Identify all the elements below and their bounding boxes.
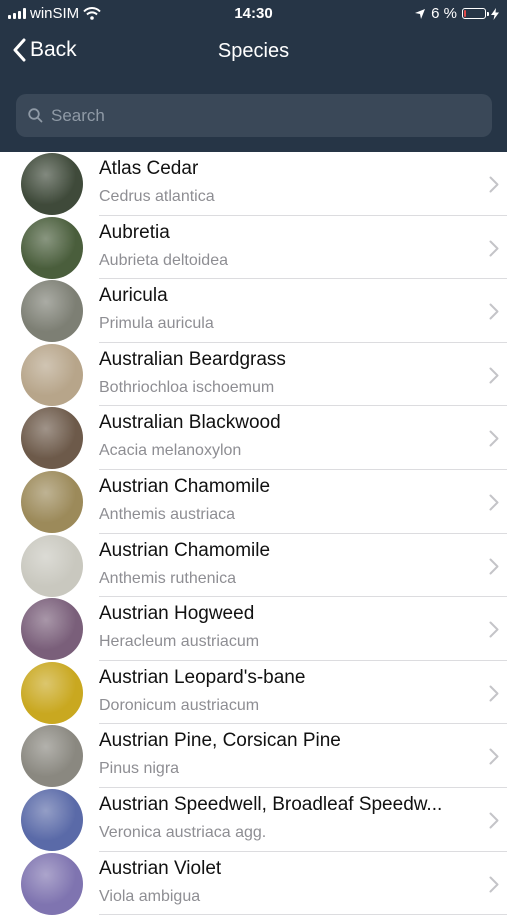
chevron-right-icon (489, 558, 499, 575)
species-scientific-name: Pinus nigra (99, 760, 180, 778)
species-common-name: Austrian Hogweed (99, 603, 255, 625)
species-list: Atlas Cedar Cedrus atlantica Aubretia Aubri… (0, 152, 507, 915)
search-input[interactable] (51, 105, 451, 126)
species-row[interactable]: Austrian Speedwell, Broadleaf Speedw... V… (0, 788, 507, 852)
species-row[interactable]: Australian Blackwood Acacia melanoxylon (0, 406, 507, 470)
species-common-name: Austrian Leopard's-bane (99, 666, 306, 688)
species-row[interactable]: Auricula Primula auricula (0, 279, 507, 343)
species-thumbnail (21, 470, 83, 533)
species-scientific-name: Anthemis ruthenica (99, 569, 236, 587)
species-common-name: Austrian Pine, Corsican Pine (99, 730, 341, 752)
battery-icon (462, 8, 489, 19)
species-thumbnail (21, 407, 83, 470)
species-thumbnail (21, 661, 83, 724)
species-thumbnail (21, 852, 83, 915)
search-bar[interactable] (16, 94, 492, 137)
species-row[interactable]: Aubretia Aubrieta deltoidea (0, 216, 507, 280)
species-common-name: Austrian Speedwell, Broadleaf Speedw... (99, 793, 443, 815)
species-thumbnail (21, 280, 83, 343)
species-scientific-name: Acacia melanoxylon (99, 442, 242, 460)
battery-percent: 6 % (431, 5, 457, 22)
species-scientific-name: Cedrus atlantica (99, 188, 215, 205)
species-row[interactable]: Austrian Pine, Corsican Pine Pinus nigra (0, 724, 507, 788)
species-common-name: Australian Beardgrass (99, 348, 286, 370)
species-scientific-name: Viola ambigua (99, 887, 201, 905)
species-thumbnail (21, 788, 83, 851)
species-row[interactable]: Australian Beardgrass Bothriochloa ischoe… (0, 343, 507, 407)
species-row[interactable]: Atlas Cedar Cedrus atlantica (0, 152, 507, 216)
chevron-right-icon (489, 812, 499, 829)
species-row[interactable]: Austrian Hogweed Heracleum austriacum (0, 597, 507, 661)
species-common-name: Austrian Violet (99, 857, 222, 879)
status-bar: winSIM 14:30 6 % (0, 0, 507, 28)
header-area: winSIM 14:30 6 % Back Species (0, 0, 507, 152)
species-common-name: Atlas Cedar (99, 158, 199, 179)
species-scientific-name: Aubrieta deltoidea (99, 251, 228, 269)
species-thumbnail (21, 534, 83, 597)
chevron-right-icon (489, 494, 499, 511)
species-thumbnail (21, 725, 83, 788)
species-common-name: Australian Blackwood (99, 412, 281, 434)
chevron-right-icon (489, 876, 499, 893)
species-row[interactable]: Austrian Violet Viola ambigua (0, 852, 507, 915)
search-icon (28, 108, 43, 123)
chevron-right-icon (489, 240, 499, 257)
species-common-name: Auricula (99, 285, 168, 307)
species-scientific-name: Veronica austriaca agg. (99, 823, 267, 841)
species-thumbnail (21, 153, 83, 215)
species-scientific-name: Primula auricula (99, 315, 214, 333)
chevron-right-icon (489, 176, 499, 193)
species-common-name: Austrian Chamomile (99, 539, 271, 561)
species-row[interactable]: Austrian Chamomile Anthemis ruthenica (0, 534, 507, 598)
chevron-right-icon (489, 430, 499, 447)
page-title: Species (217, 40, 290, 62)
species-common-name: Aubretia (99, 221, 170, 243)
species-row[interactable]: Austrian Leopard's-bane Doronicum austria… (0, 661, 507, 725)
species-scientific-name: Bothriochloa ischoemum (99, 378, 275, 396)
chevron-right-icon (489, 303, 499, 320)
species-common-name: Austrian Chamomile (99, 475, 271, 497)
species-thumbnail (21, 598, 83, 661)
species-scientific-name: Doronicum austriacum (99, 696, 260, 714)
charging-icon (491, 7, 499, 20)
chevron-right-icon (489, 748, 499, 765)
chevron-right-icon (489, 621, 499, 638)
navigation-bar: Back Species (0, 28, 507, 78)
species-thumbnail (21, 216, 83, 279)
species-scientific-name: Heracleum austriacum (99, 633, 260, 651)
species-scientific-name: Anthemis austriaca (99, 505, 236, 523)
chevron-right-icon (489, 685, 499, 702)
species-thumbnail (21, 343, 83, 406)
chevron-right-icon (489, 367, 499, 384)
location-icon (415, 8, 426, 19)
species-row[interactable]: Austrian Chamomile Anthemis austriaca (0, 470, 507, 534)
